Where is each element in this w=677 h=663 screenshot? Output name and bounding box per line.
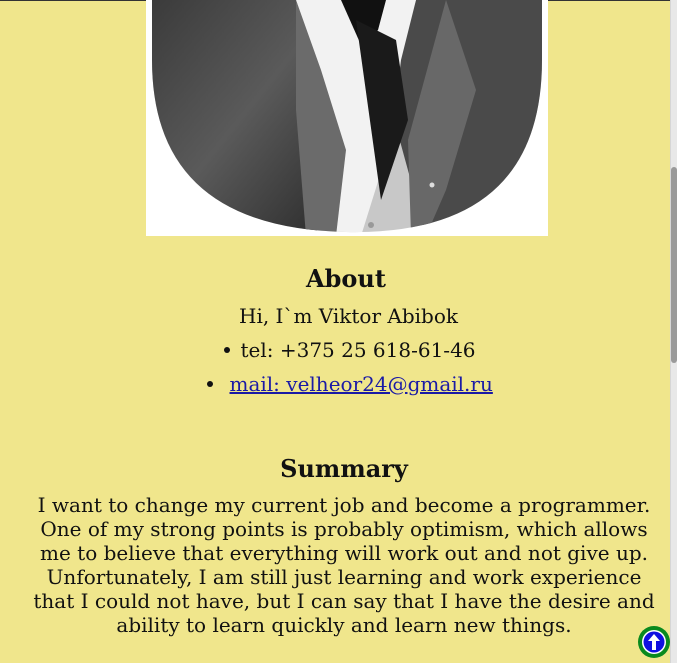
bullet-icon bbox=[207, 380, 214, 387]
vertical-scrollbar[interactable] bbox=[670, 0, 677, 663]
phone-text: tel: +375 25 618-61-46 bbox=[240, 338, 476, 362]
greeting-text: Hi, I`m Viktor Abibok bbox=[239, 304, 458, 328]
profile-photo-image bbox=[146, 0, 548, 236]
contact-item-mail: mail: velheor24@gmail.ru bbox=[0, 372, 677, 406]
profile-photo bbox=[146, 0, 548, 236]
summary-heading: Summary bbox=[280, 454, 408, 483]
mail-link[interactable]: mail: velheor24@gmail.ru bbox=[230, 372, 493, 396]
scroll-to-top-button[interactable] bbox=[638, 626, 670, 658]
contact-item-phone: tel: +375 25 618-61-46 bbox=[0, 338, 677, 372]
bullet-icon bbox=[224, 346, 231, 353]
contact-list: tel: +375 25 618-61-46 mail: velheor24@g… bbox=[0, 338, 677, 406]
about-heading: About bbox=[306, 264, 386, 293]
scrollbar-thumb[interactable] bbox=[671, 167, 677, 363]
summary-text: I want to change my current job and beco… bbox=[33, 493, 655, 637]
arrow-up-icon bbox=[639, 627, 669, 657]
